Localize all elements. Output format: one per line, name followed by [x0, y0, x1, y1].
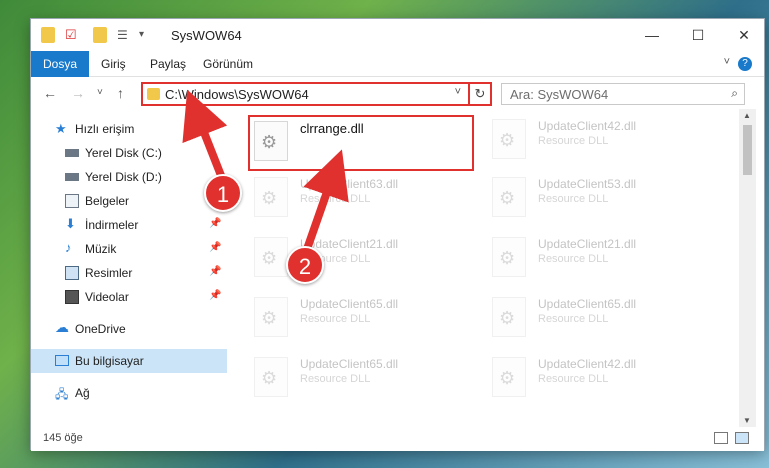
- arrow-1: [182, 89, 228, 180]
- callout-badge-1: 1: [204, 174, 242, 212]
- arrow-2: [302, 149, 349, 254]
- callout-badge-2: 2: [286, 246, 324, 284]
- callout-arrows: [182, 89, 349, 254]
